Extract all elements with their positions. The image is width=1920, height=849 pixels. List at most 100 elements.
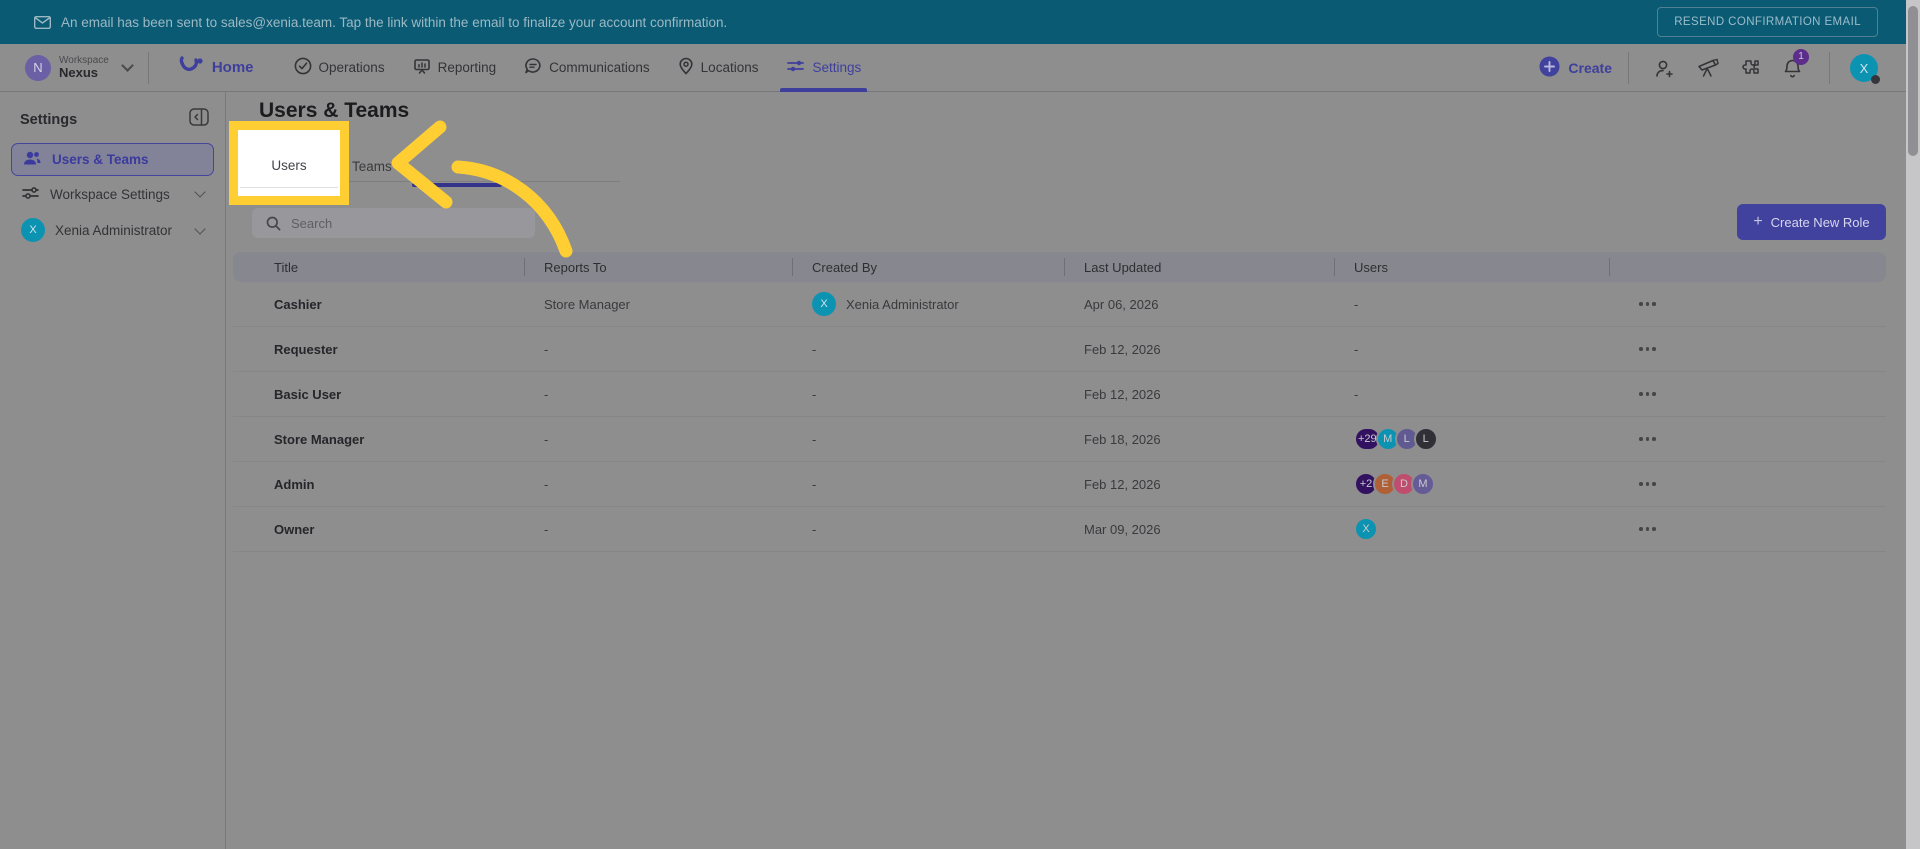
- user-avatar-chip: X: [1354, 517, 1378, 541]
- workspace-avatar: N: [25, 54, 51, 81]
- invite-user-button[interactable]: [1654, 59, 1675, 78]
- table-row[interactable]: Cashier Store Manager X Xenia Administrator…: [233, 282, 1886, 327]
- create-label: Create: [1568, 60, 1612, 76]
- avatar: X: [812, 292, 836, 316]
- sidebar-item-label: Workspace Settings: [50, 186, 170, 202]
- table-row[interactable]: Owner - - Mar 09, 2026 X: [233, 507, 1886, 552]
- nav-label: Locations: [700, 60, 759, 75]
- cell-last-updated: Feb 18, 2026: [1084, 431, 1161, 447]
- sidebar-item-workspace-settings[interactable]: Workspace Settings: [11, 178, 214, 210]
- nav-label: Communications: [549, 60, 650, 75]
- notifications-button[interactable]: 1: [1783, 48, 1809, 79]
- puzzle-icon: [1742, 60, 1759, 74]
- sidebar-item-label: Users & Teams: [52, 152, 149, 167]
- scrollbar[interactable]: [1906, 0, 1920, 849]
- table-row[interactable]: Basic User - - Feb 12, 2026 -: [233, 372, 1886, 417]
- cell-title: Cashier: [274, 296, 322, 312]
- divider: [1829, 52, 1830, 84]
- user-plus-icon: [1656, 60, 1673, 77]
- cell-users: X: [1334, 517, 1609, 541]
- table-body: Cashier Store Manager X Xenia Administrator…: [233, 282, 1886, 552]
- tab-bar-border: [240, 187, 338, 188]
- active-tab-indicator: [412, 183, 502, 187]
- cell-users: +2 E D M: [1334, 472, 1609, 496]
- cell-reports-to: -: [544, 386, 549, 402]
- sidebar-title: Settings: [20, 111, 78, 128]
- settings-sidebar: Settings Users & Teams Workspace Setting…: [0, 92, 226, 849]
- cell-created-by: -: [792, 432, 1064, 447]
- column-header-actions: [1609, 252, 1886, 282]
- cell-users: -: [1354, 386, 1359, 402]
- cell-users: -: [1354, 341, 1359, 357]
- cell-created-by: -: [792, 342, 1064, 357]
- cell-last-updated: Apr 06, 2026: [1084, 296, 1159, 312]
- created-by-name: -: [812, 386, 817, 402]
- presentation-icon: [413, 57, 431, 78]
- create-new-role-label: Create New Role: [1770, 214, 1870, 230]
- cell-reports-to: Store Manager: [544, 296, 630, 312]
- nav-label: Home: [211, 59, 254, 76]
- row-actions-button[interactable]: [1609, 372, 1886, 416]
- nav-item-communications[interactable]: Communications: [524, 44, 650, 92]
- page-title: Users & Teams: [259, 99, 410, 122]
- workspace-switcher[interactable]: N Workspace Nexus: [25, 54, 134, 81]
- tab-teams[interactable]: Teams: [352, 159, 392, 174]
- users-avatar-stack: +2 E D M: [1354, 472, 1435, 496]
- collapse-panel-icon[interactable]: [189, 108, 209, 131]
- cell-created-by: -: [792, 477, 1064, 492]
- created-by-name: -: [812, 476, 817, 492]
- row-actions-button[interactable]: [1609, 507, 1886, 551]
- scrollbar-thumb[interactable]: [1908, 6, 1918, 156]
- search-icon: [266, 216, 281, 231]
- integrations-button[interactable]: [1741, 58, 1761, 78]
- banner-message: An email has been sent to sales@xenia.te…: [61, 14, 728, 30]
- nav-item-locations[interactable]: Locations: [678, 44, 759, 92]
- column-header-reports-to: Reports To: [524, 252, 792, 282]
- cell-title: Basic User: [274, 386, 342, 402]
- confirmation-banner: An email has been sent to sales@xenia.te…: [0, 0, 1920, 44]
- table-row[interactable]: Admin - - Feb 12, 2026 +2 E D M: [233, 462, 1886, 507]
- plus-circle-icon: [1539, 56, 1560, 80]
- status-dot: [1871, 75, 1880, 84]
- table-row[interactable]: Store Manager - - Feb 18, 2026 +29 M L L: [233, 417, 1886, 462]
- cell-title: Admin: [274, 476, 315, 492]
- nav-item-operations[interactable]: Operations: [294, 44, 385, 92]
- table-row[interactable]: Requester - - Feb 12, 2026 -: [233, 327, 1886, 372]
- cell-last-updated: Feb 12, 2026: [1084, 341, 1161, 357]
- roles-table: Title Reports To Created By Last Updated…: [233, 252, 1886, 552]
- user-avatar[interactable]: X: [1850, 54, 1880, 84]
- nav-label: Settings: [812, 60, 862, 75]
- nav-item-reporting[interactable]: Reporting: [413, 44, 496, 92]
- row-actions-button[interactable]: [1609, 462, 1886, 506]
- nav-item-settings[interactable]: Settings: [780, 44, 868, 92]
- cell-created-by: X Xenia Administrator: [792, 292, 1064, 316]
- cell-reports-to: -: [544, 341, 549, 357]
- cell-reports-to: -: [544, 521, 549, 537]
- tutorial-spotlight-users-tab[interactable]: Users: [229, 121, 349, 205]
- row-actions-button[interactable]: [1609, 327, 1886, 371]
- create-button[interactable]: Create: [1539, 56, 1612, 80]
- row-actions-button[interactable]: [1609, 417, 1886, 461]
- search-input[interactable]: [291, 215, 511, 231]
- cell-last-updated: Feb 12, 2026: [1084, 476, 1161, 492]
- search-box: [252, 208, 535, 238]
- sidebar-item-users-teams[interactable]: Users & Teams: [11, 143, 214, 176]
- cell-users: +29 M L L: [1334, 427, 1609, 451]
- column-header-users: Users: [1334, 252, 1609, 282]
- nav-item-home[interactable]: Home: [179, 44, 254, 92]
- resend-confirmation-button[interactable]: RESEND CONFIRMATION EMAIL: [1657, 7, 1878, 37]
- create-new-role-button[interactable]: + Create New Role: [1737, 204, 1886, 240]
- workspace-name: Nexus: [59, 64, 99, 80]
- tab-users[interactable]: Users: [238, 158, 340, 173]
- avatar-letter: X: [1859, 60, 1869, 76]
- discover-button[interactable]: [1697, 58, 1719, 78]
- cell-last-updated: Mar 09, 2026: [1084, 521, 1161, 537]
- row-actions-button[interactable]: [1609, 282, 1886, 326]
- sliders-icon: [786, 58, 805, 77]
- sidebar-item-xenia-administrator[interactable]: X Xenia Administrator: [11, 212, 214, 248]
- cell-title: Store Manager: [274, 431, 365, 447]
- divider: [1628, 52, 1629, 84]
- cell-users: -: [1354, 296, 1359, 312]
- cell-title: Owner: [274, 521, 315, 537]
- column-header-created-by: Created By: [792, 252, 1064, 282]
